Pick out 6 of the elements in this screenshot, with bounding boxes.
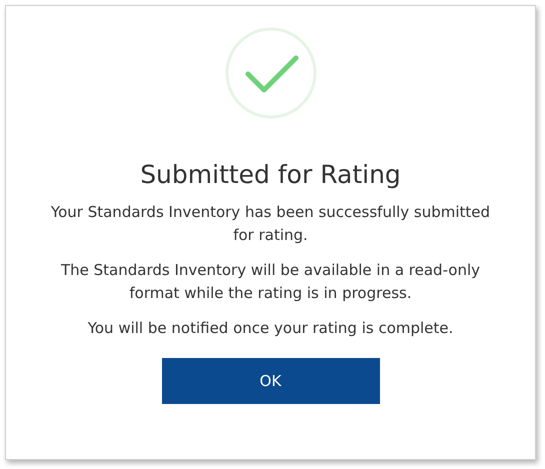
message-text: Your Standards Inventory has been successfully submitted for rating. bbox=[50, 202, 492, 246]
ok-button[interactable]: OK bbox=[162, 358, 380, 404]
message-text: You will be notified once your rating is complete. bbox=[88, 318, 454, 339]
checkmark-icon bbox=[224, 26, 318, 120]
dialog-title: Submitted for Rating bbox=[140, 160, 401, 189]
message-text: The Standards Inventory will be available in a read-only format while the rating is in progress. bbox=[60, 260, 482, 304]
